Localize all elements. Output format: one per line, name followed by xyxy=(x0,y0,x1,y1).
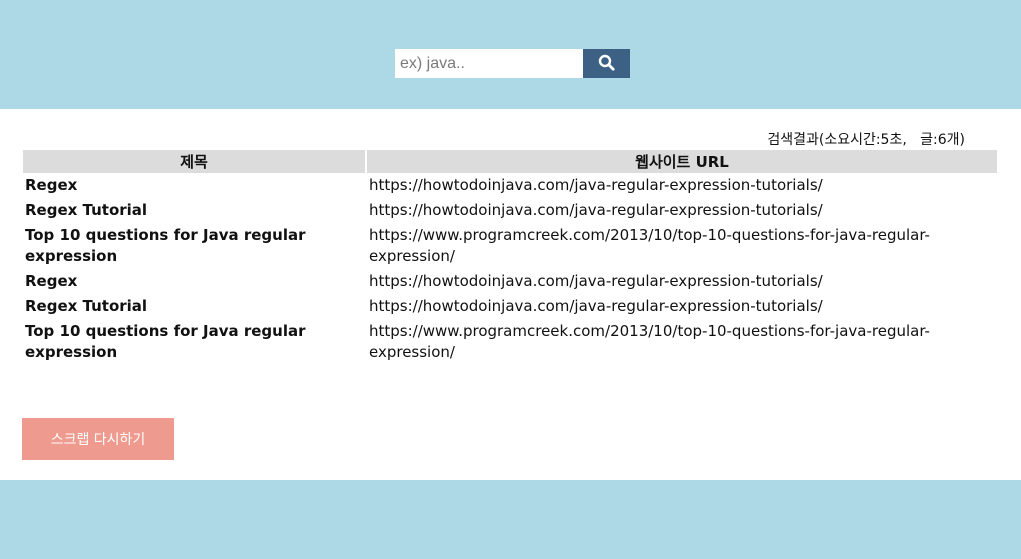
table-row: Regex https://howtodoinjava.com/java-reg… xyxy=(23,173,997,198)
row-url: https://www.programcreek.com/2013/10/top… xyxy=(369,322,930,361)
table-row: Regex Tutorial https://howtodoinjava.com… xyxy=(23,294,997,319)
row-title: Regex Tutorial xyxy=(25,201,148,219)
header-bar xyxy=(0,0,1021,109)
row-title: Top 10 questions for Java regular expres… xyxy=(25,226,306,265)
results-panel: 검색결과(소요시간:5초, 글:6개) 제목 웹사이트 URL Regex ht… xyxy=(0,109,1021,480)
search-input[interactable] xyxy=(395,49,583,78)
rescrap-button[interactable]: 스크랩 다시하기 xyxy=(22,418,174,460)
search-button[interactable] xyxy=(583,49,630,78)
row-url: https://howtodoinjava.com/java-regular-e… xyxy=(369,272,823,290)
row-title: Top 10 questions for Java regular expres… xyxy=(25,322,306,361)
table-row: Top 10 questions for Java regular expres… xyxy=(23,319,997,365)
row-url: https://howtodoinjava.com/java-regular-e… xyxy=(369,176,823,194)
footer-bar xyxy=(0,480,1021,559)
row-title: Regex Tutorial xyxy=(25,297,148,315)
table-header-row: 제목 웹사이트 URL xyxy=(23,150,997,173)
table-row: Regex https://howtodoinjava.com/java-reg… xyxy=(23,269,997,294)
search-icon xyxy=(598,54,615,74)
row-title: Regex xyxy=(25,176,78,194)
column-header-url: 웹사이트 URL xyxy=(367,150,997,173)
row-title: Regex xyxy=(25,272,78,290)
result-summary: 검색결과(소요시간:5초, 글:6개) xyxy=(767,132,965,148)
row-url: https://howtodoinjava.com/java-regular-e… xyxy=(369,297,823,315)
results-table: 제목 웹사이트 URL Regex https://howtodoinjava.… xyxy=(21,150,999,365)
table-row: Regex Tutorial https://howtodoinjava.com… xyxy=(23,198,997,223)
column-header-title: 제목 xyxy=(23,150,365,173)
row-url: https://www.programcreek.com/2013/10/top… xyxy=(369,226,930,265)
table-row: Top 10 questions for Java regular expres… xyxy=(23,223,997,269)
row-url: https://howtodoinjava.com/java-regular-e… xyxy=(369,201,823,219)
